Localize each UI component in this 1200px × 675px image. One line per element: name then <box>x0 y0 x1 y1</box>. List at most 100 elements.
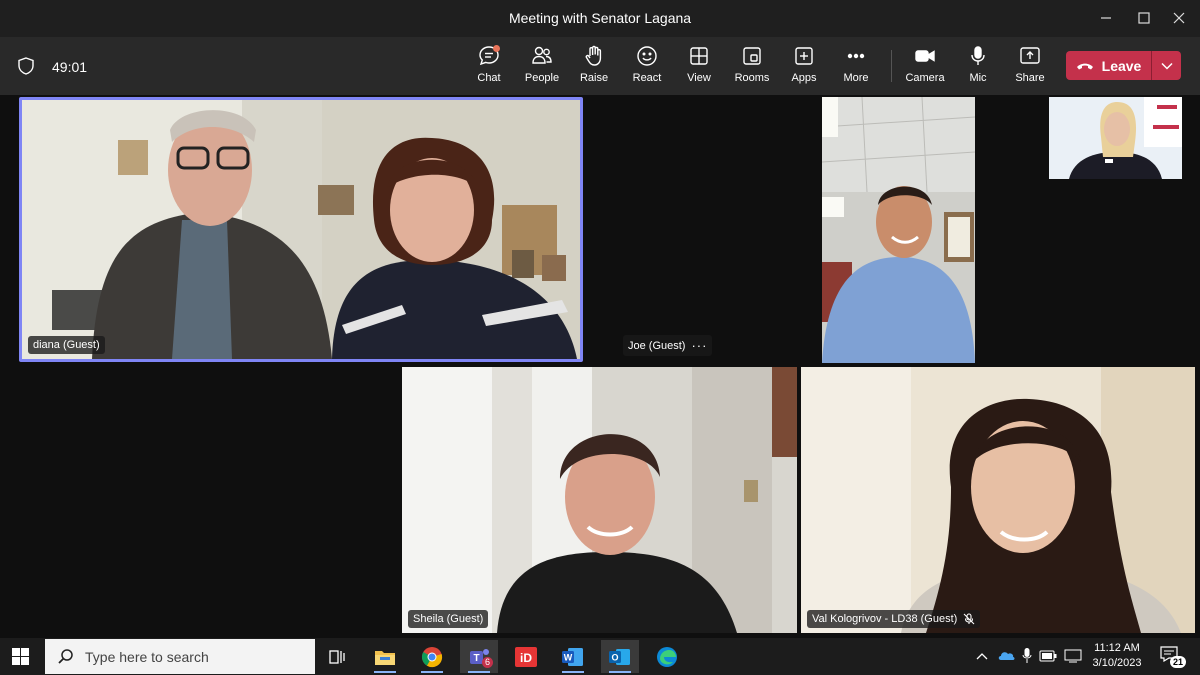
chevron-up-icon[interactable] <box>976 652 988 660</box>
edge-app[interactable] <box>648 640 686 673</box>
rooms-icon <box>743 47 761 65</box>
leave-button[interactable]: Leave <box>1066 51 1151 80</box>
svg-text:T: T <box>473 653 479 664</box>
mic-label: Mic <box>969 72 987 84</box>
participant-video-senator[interactable] <box>1049 97 1182 179</box>
close-button[interactable] <box>1166 6 1192 30</box>
participant-tile-sheila[interactable]: Sheila (Guest) <box>402 367 797 633</box>
task-view-button[interactable] <box>318 640 356 673</box>
people-icon <box>532 46 552 64</box>
svg-text:O: O <box>611 652 618 662</box>
svg-text:iD: iD <box>520 651 532 665</box>
meeting-timer: 49:01 <box>52 59 88 75</box>
apps-button[interactable]: Apps <box>778 45 830 89</box>
chat-button[interactable]: Chat <box>463 45 515 89</box>
participant-name-tag: diana (Guest) <box>28 336 105 354</box>
sheila-video-feed <box>402 367 797 633</box>
folder-icon <box>375 650 395 665</box>
people-label: People <box>524 72 560 84</box>
share-label: Share <box>1015 72 1045 84</box>
file-explorer-app[interactable] <box>366 640 404 673</box>
view-label: View <box>687 72 711 84</box>
rooms-button[interactable]: Rooms <box>726 45 778 89</box>
window-title: Meeting with Senator Lagana <box>508 10 692 26</box>
app-running-indicator <box>374 671 396 673</box>
share-button[interactable]: Share <box>1004 45 1056 89</box>
word-app[interactable]: W <box>554 640 592 673</box>
minimize-icon <box>1101 17 1111 19</box>
outlook-icon: O <box>609 648 630 665</box>
camera-button[interactable]: Camera <box>899 45 951 89</box>
rooms-label: Rooms <box>734 72 770 84</box>
notification-count: 21 <box>1170 656 1187 668</box>
toolbar-divider <box>891 50 892 82</box>
participant-name: Val Kologrivov - LD38 (Guest) <box>812 613 958 625</box>
mic-button[interactable]: Mic <box>952 45 1004 89</box>
participant-name-tag: Sheila (Guest) <box>408 610 489 628</box>
participant-tile-val[interactable]: Val Kologrivov - LD38 (Guest) <box>801 367 1195 633</box>
chrome-icon <box>421 646 443 667</box>
participant-name-tag: Val Kologrivov - LD38 (Guest) <box>807 610 981 628</box>
val-video-feed <box>801 367 1195 633</box>
more-button[interactable]: More <box>830 45 882 89</box>
svg-text:W: W <box>564 652 573 662</box>
hang-up-icon <box>1076 63 1093 69</box>
minimize-button[interactable] <box>1093 6 1119 30</box>
more-options-icon[interactable]: ··· <box>691 338 707 353</box>
teams-app[interactable]: T 6 <box>460 640 498 673</box>
people-button[interactable]: People <box>516 45 568 89</box>
onedrive-icon[interactable] <box>997 650 1015 661</box>
outlook-app[interactable]: O <box>601 640 639 673</box>
react-label: React <box>632 72 662 84</box>
react-button[interactable]: React <box>621 45 673 89</box>
tray-mic-icon[interactable] <box>1022 648 1032 664</box>
participant-name: Sheila (Guest) <box>413 613 484 625</box>
share-icon <box>1020 47 1040 64</box>
clock-date: 3/10/2023 <box>1092 657 1142 669</box>
id-app[interactable]: iD <box>507 640 545 673</box>
teams-badge-count: 6 <box>482 657 494 668</box>
participant-tile-diana[interactable]: diana (Guest) <box>19 97 583 362</box>
apps-plus-icon <box>795 47 813 65</box>
more-label: More <box>843 72 869 84</box>
camera-icon <box>915 50 935 62</box>
leave-options-button[interactable] <box>1152 51 1181 80</box>
mic-muted-icon <box>963 613 975 625</box>
leave-button-group: Leave <box>1066 51 1181 80</box>
raise-hand-icon <box>585 45 602 66</box>
raise-hand-button[interactable]: Raise <box>568 45 620 89</box>
window-title-bar: Meeting with Senator Lagana <box>0 0 1200 37</box>
chat-notification-dot <box>493 45 500 52</box>
id-app-icon: iD <box>515 646 537 667</box>
view-grid-icon <box>690 47 708 65</box>
chevron-down-icon <box>1160 62 1173 70</box>
search-placeholder: Type here to search <box>85 648 209 665</box>
windows-taskbar: Type here to search T 6 iD W O 11:12 AM … <box>0 638 1200 675</box>
network-icon[interactable] <box>1064 649 1082 663</box>
participant-name-tag: Joe (Guest) ··· <box>623 335 713 356</box>
app-running-indicator <box>609 671 631 673</box>
diana-video-feed <box>22 100 580 359</box>
mic-icon <box>971 46 985 65</box>
apps-label: Apps <box>791 72 817 84</box>
task-view-icon <box>329 649 345 664</box>
participant-tile-joe[interactable]: Joe (Guest) ··· <box>617 330 721 358</box>
taskbar-clock[interactable]: 11:12 AM 3/10/2023 <box>1086 641 1148 671</box>
chrome-app[interactable] <box>413 640 451 673</box>
word-icon: W <box>562 647 583 666</box>
clock-time: 11:12 AM <box>1094 642 1140 654</box>
shield-icon[interactable] <box>18 57 34 75</box>
participant-name: diana (Guest) <box>33 339 100 351</box>
app-running-indicator <box>562 671 584 673</box>
maximize-icon <box>1138 12 1150 24</box>
leave-label: Leave <box>1101 57 1142 74</box>
participant-video-joe[interactable] <box>822 97 975 363</box>
battery-icon[interactable] <box>1039 650 1057 662</box>
search-icon <box>58 648 73 664</box>
close-icon <box>1173 12 1185 24</box>
view-button[interactable]: View <box>673 45 725 89</box>
taskbar-search-box[interactable]: Type here to search <box>45 639 315 674</box>
notification-center-button[interactable]: 21 <box>1160 646 1187 668</box>
windows-start-icon[interactable] <box>12 648 29 665</box>
maximize-button[interactable] <box>1131 6 1157 30</box>
